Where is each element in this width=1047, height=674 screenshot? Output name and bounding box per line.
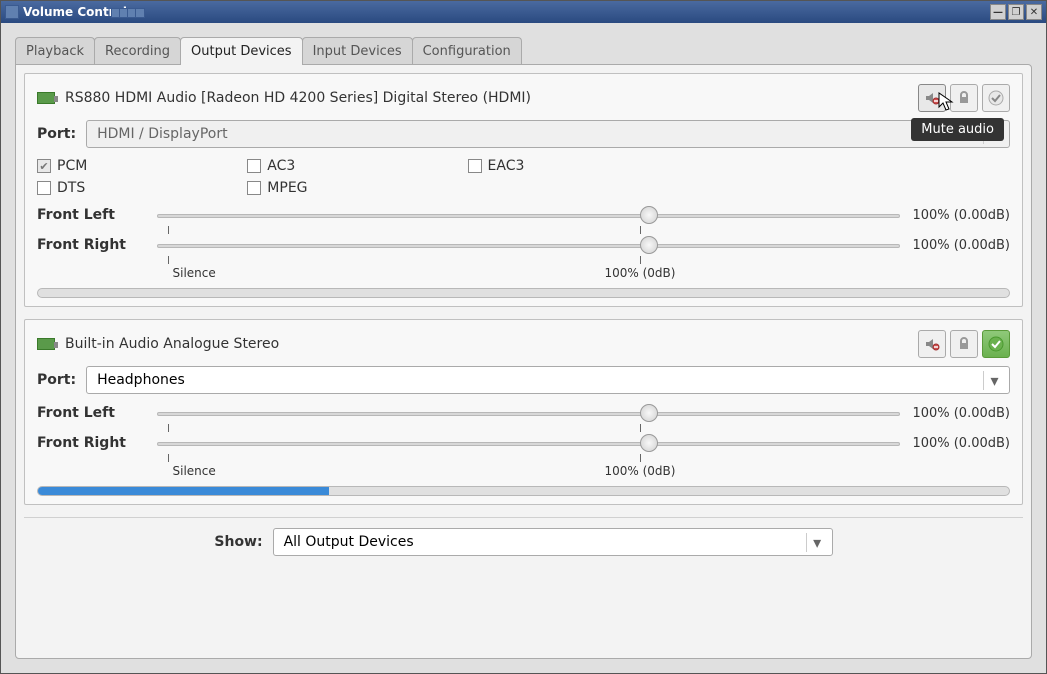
- volume-slider[interactable]: [157, 404, 900, 422]
- port-select[interactable]: HDMI / DisplayPort▾: [86, 120, 1010, 148]
- scale-100: 100% (0dB): [604, 464, 675, 478]
- vu-meter: [37, 486, 1010, 496]
- slider-thumb[interactable]: [640, 236, 658, 254]
- scale-silence: Silence: [173, 464, 216, 478]
- volume-value: 100% (0.00dB): [910, 406, 1010, 421]
- format-checkbox-pcm[interactable]: PCM: [37, 158, 87, 174]
- lock-channels-button[interactable]: [950, 84, 978, 112]
- volume-value: 100% (0.00dB): [910, 238, 1010, 253]
- device-card: RS880 HDMI Audio [Radeon HD 4200 Series]…: [24, 73, 1023, 307]
- tab-configuration[interactable]: Configuration: [412, 37, 522, 65]
- format-checkbox-eac3[interactable]: EAC3: [468, 158, 525, 174]
- format-checkbox-dts[interactable]: DTS: [37, 180, 87, 196]
- checkbox-icon: [468, 159, 482, 173]
- checkbox-icon: [247, 181, 261, 195]
- checkbox-icon: [37, 181, 51, 195]
- channel-label: Front Left: [37, 207, 157, 223]
- tab-recording[interactable]: Recording: [94, 37, 181, 65]
- channel-label: Front Right: [37, 435, 157, 451]
- sound-card-icon: [37, 338, 55, 350]
- show-value: All Output Devices: [284, 534, 806, 550]
- format-label: MPEG: [267, 180, 307, 196]
- minimize-button[interactable]: —: [990, 4, 1006, 20]
- maximize-button[interactable]: ❐: [1008, 4, 1024, 20]
- port-value: HDMI / DisplayPort: [97, 126, 983, 142]
- channel-label: Front Left: [37, 405, 157, 421]
- volume-slider[interactable]: [157, 236, 900, 254]
- show-select[interactable]: All Output Devices▾: [273, 528, 833, 556]
- format-checkbox-ac3[interactable]: AC3: [247, 158, 307, 174]
- format-label: AC3: [267, 158, 295, 174]
- checkbox-icon: [37, 159, 51, 173]
- tab-input-devices[interactable]: Input Devices: [302, 37, 413, 65]
- chevron-down-icon: ▾: [983, 371, 999, 390]
- set-default-button[interactable]: [982, 84, 1010, 112]
- slider-thumb[interactable]: [640, 404, 658, 422]
- scale-100: 100% (0dB): [604, 266, 675, 280]
- sound-card-icon: [37, 92, 55, 104]
- port-value: Headphones: [97, 372, 983, 388]
- device-name: Built-in Audio Analogue Stereo: [65, 336, 918, 352]
- volume-slider[interactable]: [157, 206, 900, 224]
- format-checkbox-mpeg[interactable]: MPEG: [247, 180, 307, 196]
- port-label: Port:: [37, 372, 76, 388]
- checkbox-icon: [247, 159, 261, 173]
- mute-tooltip: Mute audio: [911, 118, 1004, 141]
- volume-control-window: Volume Control — ❐ ✕ PlaybackRecordingOu…: [0, 0, 1047, 674]
- tab-output-devices[interactable]: Output Devices: [180, 37, 303, 65]
- slider-thumb[interactable]: [640, 206, 658, 224]
- slider-thumb[interactable]: [640, 434, 658, 452]
- volume-slider[interactable]: [157, 434, 900, 452]
- device-name: RS880 HDMI Audio [Radeon HD 4200 Series]…: [65, 90, 918, 106]
- vu-meter: [37, 288, 1010, 298]
- format-label: EAC3: [488, 158, 525, 174]
- tab-playback[interactable]: Playback: [15, 37, 95, 65]
- port-label: Port:: [37, 126, 76, 142]
- chevron-down-icon: ▾: [806, 533, 822, 552]
- port-select[interactable]: Headphones▾: [86, 366, 1010, 394]
- volume-value: 100% (0.00dB): [910, 208, 1010, 223]
- volume-value: 100% (0.00dB): [910, 436, 1010, 451]
- set-default-button[interactable]: [982, 330, 1010, 358]
- format-label: DTS: [57, 180, 85, 196]
- show-label: Show:: [214, 534, 262, 550]
- scale-silence: Silence: [173, 266, 216, 280]
- device-card: Built-in Audio Analogue Stereo Port: Headp…: [24, 319, 1023, 505]
- format-label: PCM: [57, 158, 87, 174]
- channel-label: Front Right: [37, 237, 157, 253]
- titlebar[interactable]: Volume Control — ❐ ✕: [1, 1, 1046, 23]
- app-icon: [5, 5, 19, 19]
- lock-channels-button[interactable]: [950, 330, 978, 358]
- close-button[interactable]: ✕: [1026, 4, 1042, 20]
- mute-button[interactable]: [918, 330, 946, 358]
- cursor-icon: [938, 92, 954, 112]
